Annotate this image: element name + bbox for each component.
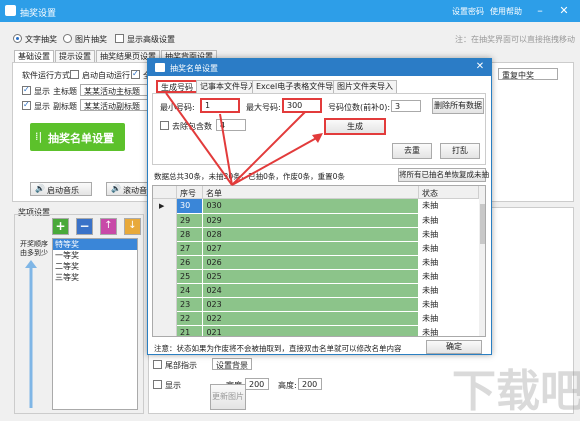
arrow-from-min <box>219 113 233 186</box>
arrow-from-tab <box>165 92 233 186</box>
arrow-from-max <box>231 111 306 186</box>
arrow-to-generate <box>231 135 321 186</box>
arrowhead <box>312 133 323 143</box>
annotation-arrows <box>165 92 323 186</box>
